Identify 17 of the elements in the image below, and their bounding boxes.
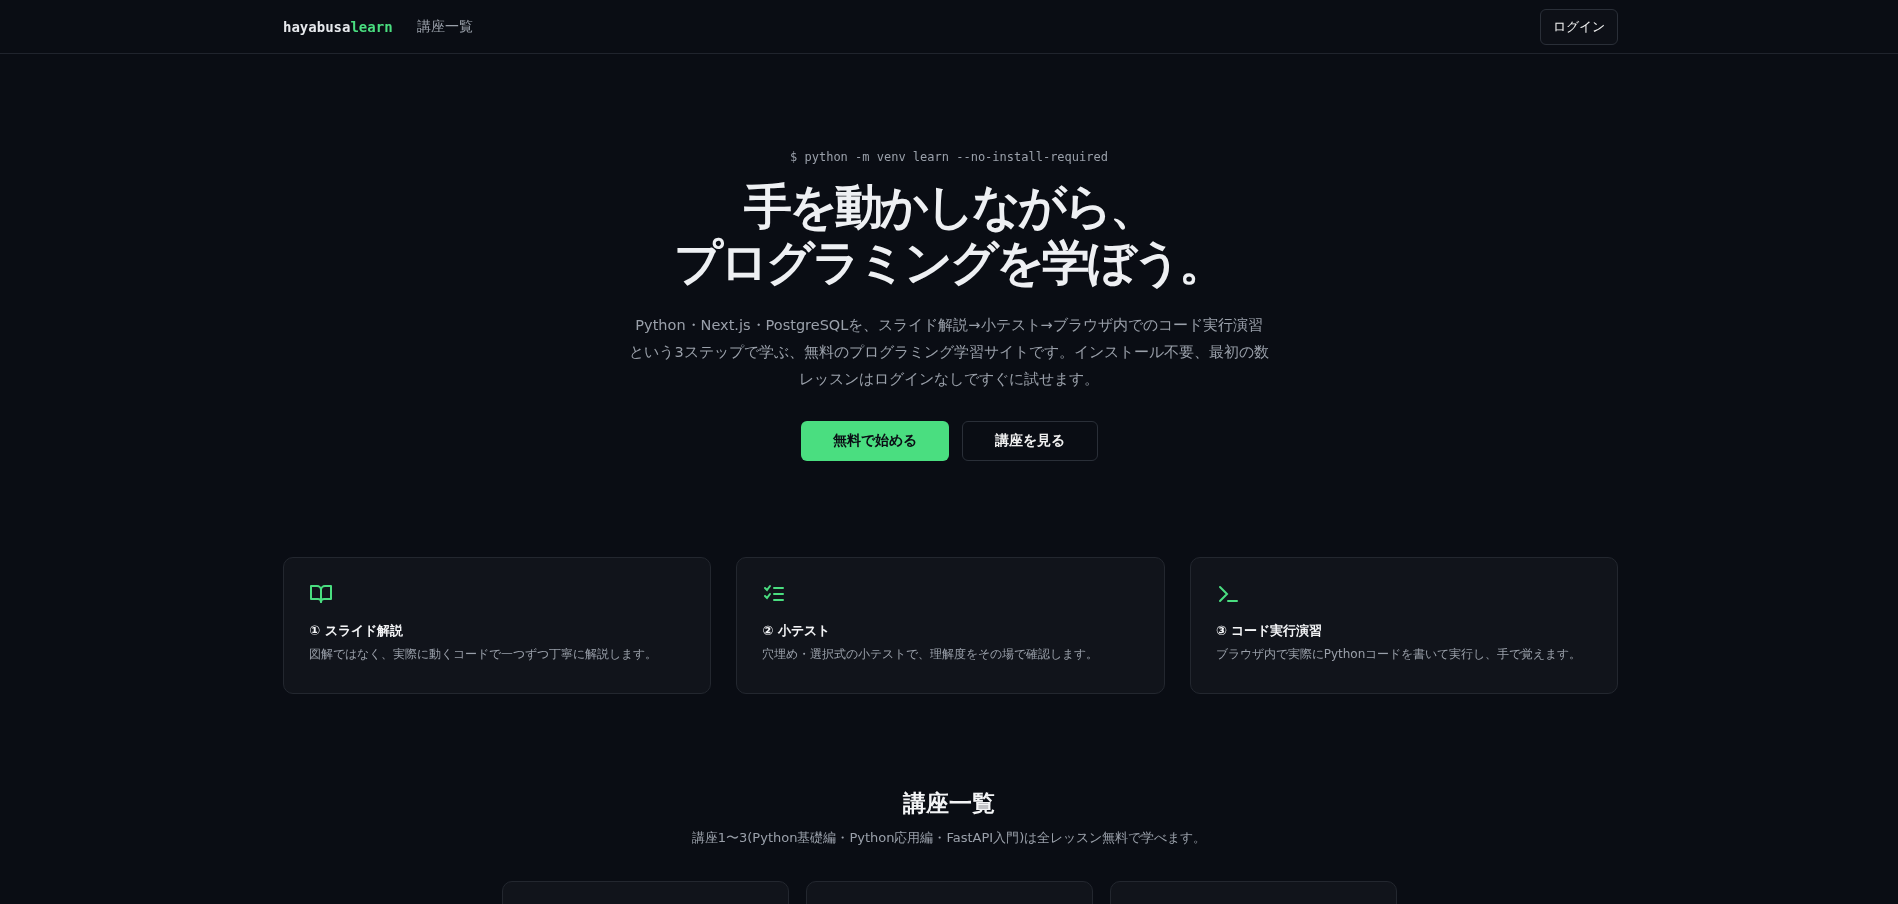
feature-description: 図解ではなく、実際に動くコードで一つずつ丁寧に解説します。 (309, 646, 658, 663)
start-button[interactable]: 無料で始める (800, 421, 949, 461)
section-title: 講座一覧 (903, 789, 995, 818)
hero-description: Python・Next.js・PostgreSQLを、スライド解説→小テスト→ブラウザ内でのコード実行演習という3ステップで学ぶ、無料のプログラミング学習サイトです。インストール不要、最初の数レッスンはログインなしですぐに試せます。 (629, 316, 1269, 389)
courses-button[interactable]: 講座を見る (961, 421, 1098, 461)
login-button[interactable]: ログイン (1540, 8, 1618, 45)
site-logo[interactable]: hayabusalearn (283, 18, 393, 35)
feature-title: ③ コード実行演習 (1215, 622, 1324, 640)
hero-title: 手を動かしながら、 プログラミングを学ぼう。 (674, 178, 1224, 290)
feature-title: ② 小テスト (762, 622, 831, 640)
command-line-text: $ python -m venv learn --no-install-required (790, 150, 1108, 164)
feature-description: ブラウザ内で実際にPythonコードを書いて実行し、手で覚えます。 (1215, 646, 1583, 663)
book-icon (309, 582, 333, 606)
nav-link[interactable]: 講座一覧 (416, 17, 473, 36)
section-subtitle: 講座1〜3(Python基礎編・Python応用編・FastAPI入門)は全レッスン無料で学べます。 (691, 829, 1207, 847)
feature-description: 穴埋め・選択式の小テストで、理解度をその場で確認します。 (762, 646, 1100, 663)
feature-title: ① スライド解説 (309, 622, 404, 640)
